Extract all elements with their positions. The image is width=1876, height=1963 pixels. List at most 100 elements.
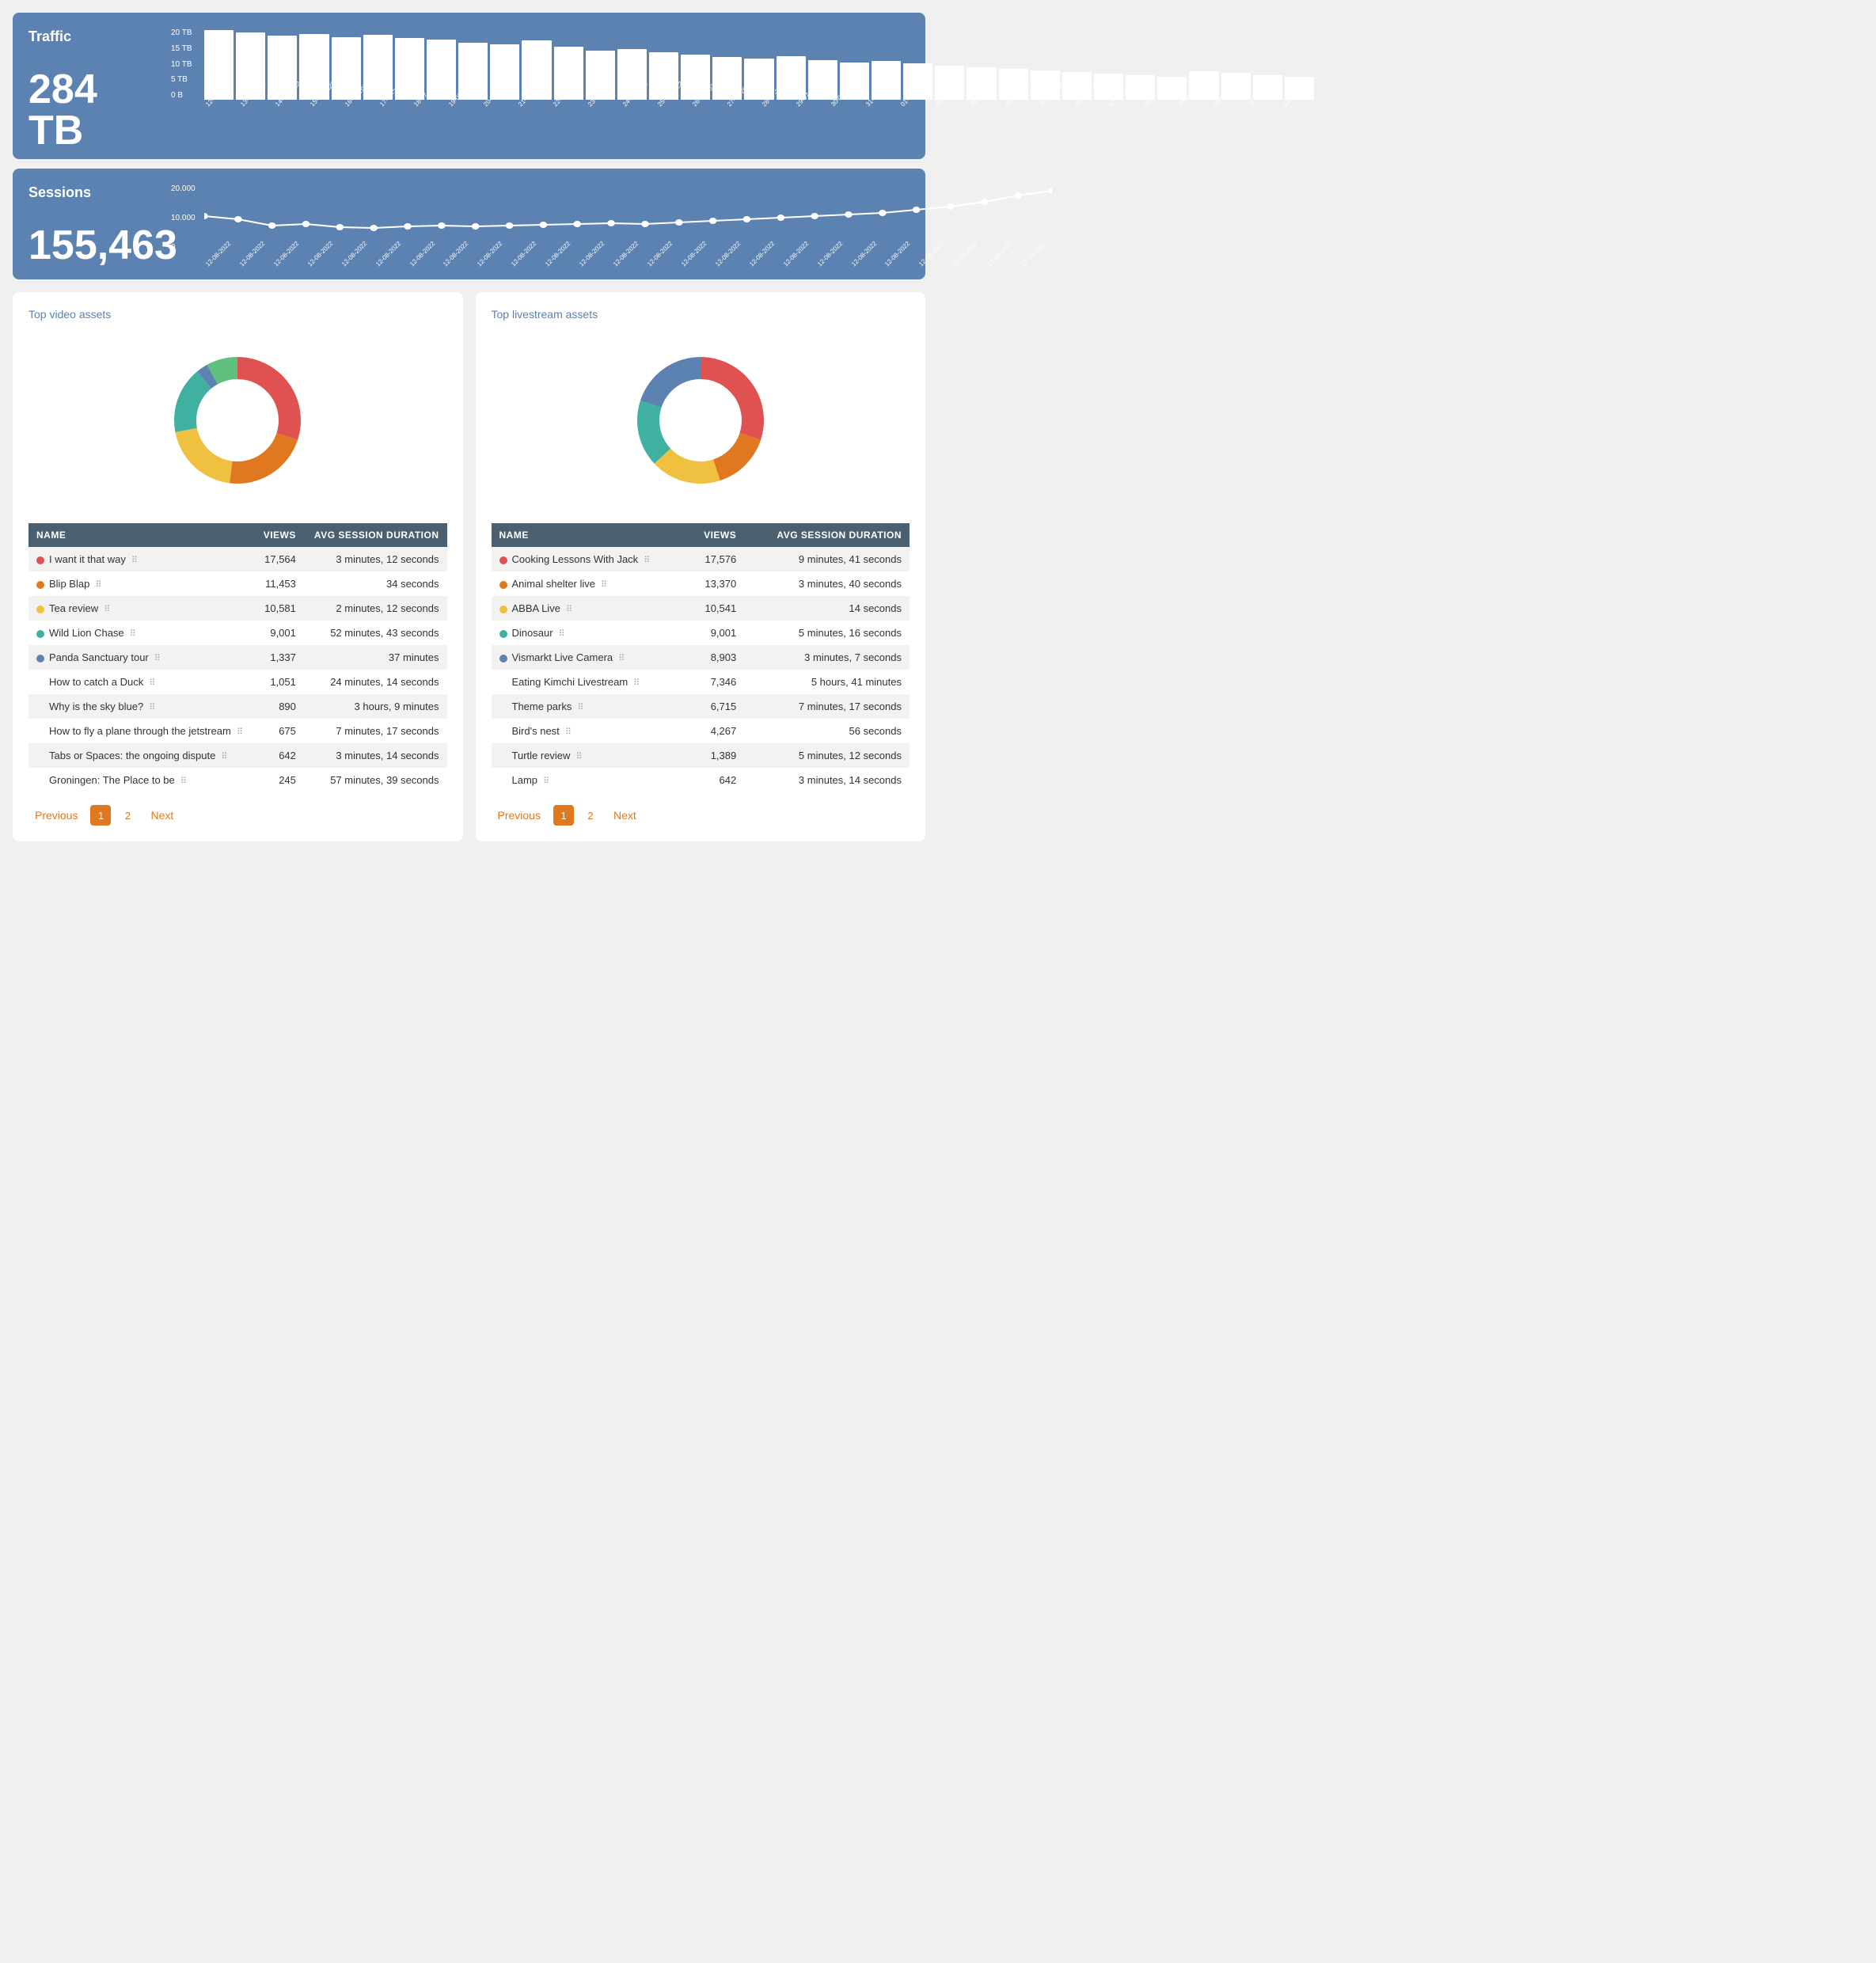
livestream-assets-panel: Top livestream assets NAME VIEWS AVG SES… [476,292,926,841]
table-cell-name: Bird's nest ⠿ [492,719,688,743]
color-dot-icon [499,606,507,613]
sessions-panel: Sessions 155,463 0 10.000 20.000 12-08-2… [13,169,925,279]
livestream-col-name: NAME [492,523,688,547]
table-row: Bird's nest ⠿4,26756 seconds [492,719,910,743]
video-page-1[interactable]: 1 [90,805,111,826]
asset-name: Lamp [512,774,538,786]
donut-center [198,381,277,460]
video-col-views: VIEWS [255,523,304,547]
drag-icon: ⠿ [152,654,161,663]
traffic-chart-area: 0 B 5 TB 10 TB 15 TB 20 TB 12-07-202213-… [171,28,1314,127]
drag-icon: ⠿ [616,654,625,663]
livestream-prev-button[interactable]: Previous [492,806,547,825]
livestream-page-2[interactable]: 2 [580,805,601,826]
asset-name: Panda Sanctuary tour [49,651,149,663]
table-cell-views: 4,267 [687,719,744,743]
asset-name: Vismarkt Live Camera [512,651,613,663]
table-cell-duration: 37 minutes [304,645,447,670]
traffic-yaxis: 0 B 5 TB 10 TB 15 TB 20 TB [171,28,201,100]
table-row: Tabs or Spaces: the ongoing dispute ⠿642… [28,743,447,768]
table-cell-duration: 56 seconds [744,719,910,743]
livestream-assets-table: NAME VIEWS AVG SESSION DURATION Cooking … [492,523,910,792]
table-cell-name: Vismarkt Live Camera ⠿ [492,645,688,670]
traffic-xaxis: 12-07-202213-07-202214-07-202215-07-2022… [204,103,1314,127]
table-cell-duration: 14 seconds [744,596,910,621]
color-dot-icon [36,630,44,638]
asset-name: I want it that way [49,553,126,565]
table-cell-name: Wild Lion Chase ⠿ [28,621,255,645]
table-row: Blip Blap ⠿11,45334 seconds [28,571,447,596]
drag-icon: ⠿ [564,605,572,614]
livestream-next-button[interactable]: Next [607,806,643,825]
video-page-2[interactable]: 2 [117,805,138,826]
asset-name: Turtle review [512,750,571,761]
table-cell-views: 7,346 [687,670,744,694]
drag-icon: ⠿ [541,776,549,786]
table-cell-name: Cooking Lessons With Jack ⠿ [492,547,688,571]
sessions-yaxis: 0 10.000 20.000 [171,184,203,252]
drag-icon: ⠿ [218,752,227,761]
table-cell-name: How to catch a Duck ⠿ [28,670,255,694]
table-row: How to catch a Duck ⠿1,05124 minutes, 14… [28,670,447,694]
table-cell-duration: 3 hours, 9 minutes [304,694,447,719]
table-cell-name: Tea review ⠿ [28,596,255,621]
color-dot-icon [499,556,507,564]
table-cell-views: 1,389 [687,743,744,768]
table-row: Wild Lion Chase ⠿9,00152 minutes, 43 sec… [28,621,447,645]
table-row: Dinosaur ⠿9,0015 minutes, 16 seconds [492,621,910,645]
donut-center [661,381,740,460]
livestream-donut-wrap [492,333,910,507]
table-cell-duration: 52 minutes, 43 seconds [304,621,447,645]
video-next-button[interactable]: Next [144,806,180,825]
video-donut-chart [150,333,325,507]
table-cell-name: Dinosaur ⠿ [492,621,688,645]
video-table-header-row: NAME VIEWS AVG SESSION DURATION [28,523,447,547]
table-cell-duration: 3 minutes, 14 seconds [304,743,447,768]
table-row: Theme parks ⠿6,7157 minutes, 17 seconds [492,694,910,719]
video-col-name: NAME [28,523,255,547]
table-cell-views: 6,715 [687,694,744,719]
traffic-value: 284 TB [28,69,155,151]
color-dot-icon [36,606,44,613]
asset-name: Groningen: The Place to be [49,774,175,786]
livestream-donut-chart [613,333,788,507]
asset-name: Tabs or Spaces: the ongoing dispute [49,750,215,761]
table-cell-views: 17,576 [687,547,744,571]
drag-icon: ⠿ [178,776,187,786]
color-dot-icon [36,581,44,589]
table-row: Panda Sanctuary tour ⠿1,33737 minutes [28,645,447,670]
sessions-title: Sessions [28,184,155,201]
asset-name: Cooking Lessons With Jack [512,553,639,565]
table-cell-views: 1,051 [255,670,304,694]
table-cell-views: 890 [255,694,304,719]
sessions-xaxis: 12-08-202212-08-202212-08-202212-08-2022… [204,263,1052,287]
table-cell-views: 9,001 [687,621,744,645]
sessions-value: 155,463 [28,225,155,266]
livestream-page-1[interactable]: 1 [553,805,574,826]
table-cell-views: 8,903 [687,645,744,670]
table-cell-duration: 57 minutes, 39 seconds [304,768,447,792]
table-cell-views: 10,581 [255,596,304,621]
table-cell-name: How to fly a plane through the jetstream… [28,719,255,743]
asset-name: How to catch a Duck [49,676,143,688]
video-prev-button[interactable]: Previous [28,806,84,825]
video-col-duration: AVG SESSION DURATION [304,523,447,547]
traffic-left: Traffic 284 TB [28,28,155,151]
table-cell-duration: 34 seconds [304,571,447,596]
table-row: Turtle review ⠿1,3895 minutes, 12 second… [492,743,910,768]
table-row: ABBA Live ⠿10,54114 seconds [492,596,910,621]
table-cell-duration: 3 minutes, 12 seconds [304,547,447,571]
color-dot-icon [499,581,507,589]
table-cell-duration: 7 minutes, 17 seconds [744,694,910,719]
drag-icon: ⠿ [575,703,583,712]
table-cell-duration: 9 minutes, 41 seconds [744,547,910,571]
drag-icon: ⠿ [556,629,565,639]
table-cell-duration: 5 minutes, 12 seconds [744,743,910,768]
drag-icon: ⠿ [93,580,101,590]
asset-name: Tea review [49,602,98,614]
table-cell-name: Groningen: The Place to be ⠿ [28,768,255,792]
table-cell-duration: 2 minutes, 12 seconds [304,596,447,621]
table-cell-name: ABBA Live ⠿ [492,596,688,621]
table-cell-name: Panda Sanctuary tour ⠿ [28,645,255,670]
color-dot-icon [499,655,507,663]
